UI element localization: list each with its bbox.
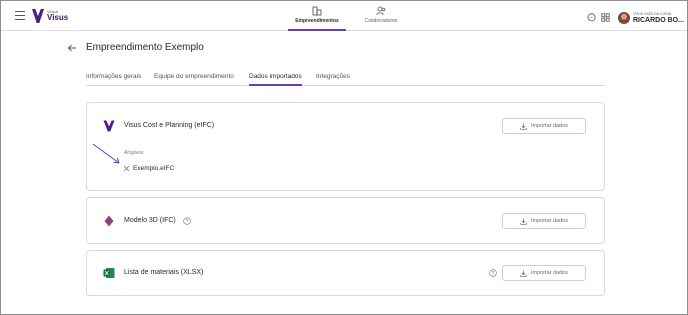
people-icon (376, 6, 386, 16)
tab-equipe[interactable]: Equipe do empreendimento (154, 73, 234, 80)
excel-icon (103, 268, 115, 278)
help-icon[interactable] (489, 269, 497, 277)
import-data-button[interactable]: Importar dados (502, 265, 586, 281)
top-bar: Virtual Visus Empreendimentos Colaborado… (1, 1, 687, 31)
import-data-label: Importar dados (531, 270, 568, 276)
import-card-ifc: Modelo 3D (IFC) Importar dados (86, 197, 605, 244)
page-title: Empreendimento Exemplo (86, 42, 204, 53)
nav-tab-label: Empreendimentos (295, 18, 339, 24)
nav-tab-colaboradores[interactable]: Colaboradores (363, 6, 399, 31)
user-name: RICARDO BO... (633, 16, 684, 24)
apps-grid-icon[interactable] (601, 13, 610, 22)
menu-icon[interactable] (15, 11, 25, 20)
ifc-logo-icon (104, 215, 114, 227)
close-icon[interactable] (123, 165, 130, 172)
files-label: Arquivos (124, 150, 144, 156)
file-item: Exemplo.eIFC (123, 165, 174, 172)
avatar[interactable] (618, 12, 630, 24)
brand-name: Visus (47, 13, 69, 22)
card-title: Modelo 3D (IFC) (124, 217, 176, 224)
import-card-xlsx: Lista de materiais (XLSX) Importar dados (86, 250, 605, 296)
download-icon (520, 270, 527, 277)
visus-logo-icon (32, 9, 44, 23)
tab-dados-importados[interactable]: Dados importados (249, 73, 302, 86)
card-title: Lista de materiais (XLSX) (124, 269, 204, 276)
tab-informacoes-gerais[interactable]: Informações gerais (86, 73, 141, 80)
nav-tab-empreendimentos[interactable]: Empreendimentos (288, 6, 346, 31)
download-icon (520, 218, 527, 225)
card-title: Visus Cost e Planning (eIFC) (124, 122, 215, 129)
file-name: Exemplo.eIFC (133, 165, 175, 172)
import-card-visus: Visus Cost e Planning (eIFC) Importar da… (86, 102, 605, 191)
import-data-button[interactable]: Importar dados (502, 118, 586, 134)
visus-logo-icon (103, 120, 115, 132)
brand-logo[interactable]: Virtual Visus (32, 6, 68, 26)
user-account[interactable]: Você está na conta RICARDO BO... (633, 11, 684, 24)
buildings-icon (312, 6, 322, 16)
nav-tab-label: Colaboradores (364, 18, 398, 24)
page-tabs: Informações gerais Equipe do empreendime… (86, 71, 605, 86)
tab-integracoes[interactable]: Integrações (316, 73, 350, 80)
import-data-label: Importar dados (531, 123, 568, 129)
import-data-label: Importar dados (531, 218, 568, 224)
help-icon[interactable] (183, 217, 191, 225)
back-arrow-icon[interactable] (67, 43, 77, 53)
chat-icon[interactable] (587, 13, 596, 22)
download-icon (520, 123, 527, 130)
import-data-button[interactable]: Importar dados (502, 213, 586, 229)
